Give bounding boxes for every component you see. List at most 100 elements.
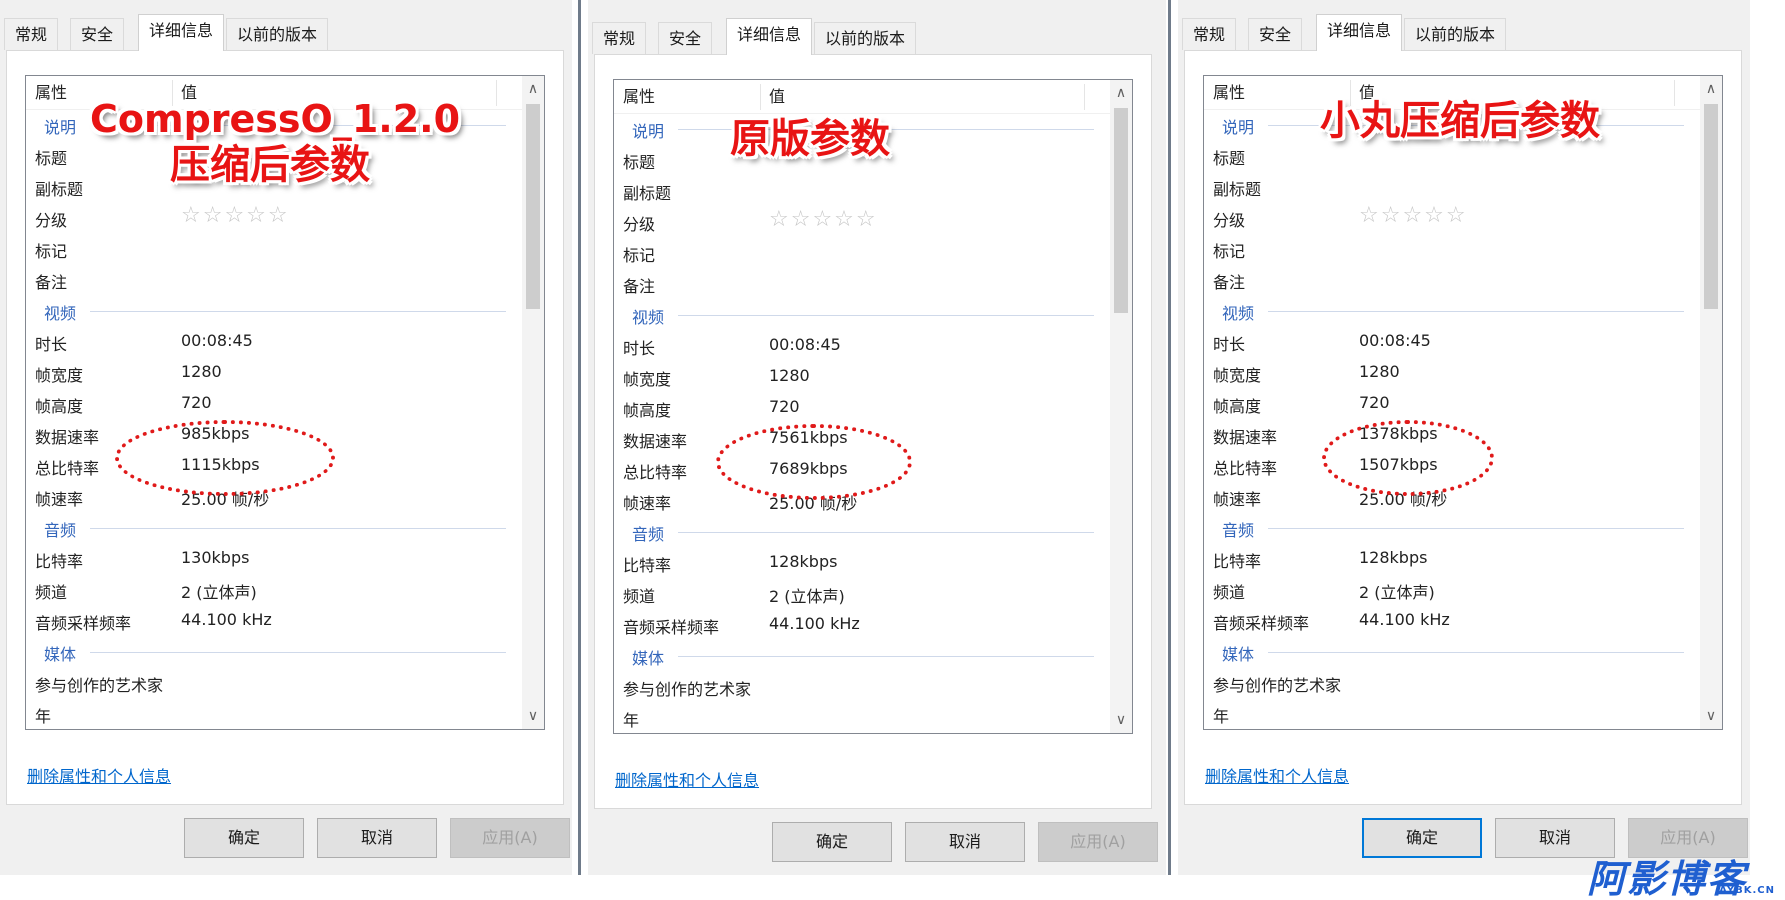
property-name: 参与创作的艺术家 — [1213, 676, 1342, 695]
column-separator[interactable] — [1084, 84, 1085, 110]
column-header-property[interactable]: 属性 — [35, 76, 67, 110]
tab-general[interactable]: 常规 — [4, 18, 59, 50]
property-row-length[interactable]: 时长 00:08:45 — [26, 327, 522, 358]
property-row-length[interactable]: 时长 00:08:45 — [614, 331, 1110, 362]
property-row-title[interactable]: 标题 — [1204, 141, 1700, 172]
annotation-line: CompressO_1.2.0 — [90, 97, 461, 141]
tab-general[interactable]: 常规 — [1182, 18, 1237, 50]
rating-stars-icon[interactable]: ☆☆☆☆☆ — [769, 207, 878, 232]
tab-security[interactable]: 安全 — [70, 18, 125, 50]
property-name: 频道 — [1213, 583, 1246, 602]
scroll-up-icon[interactable]: ∧ — [1110, 82, 1132, 104]
tab-security[interactable]: 安全 — [1248, 18, 1303, 50]
property-row-frame-width[interactable]: 帧宽度 1280 — [1204, 358, 1700, 389]
cancel-button[interactable]: 取消 — [905, 822, 1025, 862]
property-row-comments[interactable]: 备注 — [614, 269, 1110, 300]
property-row-subtitle[interactable]: 副标题 — [1204, 172, 1700, 203]
property-row-channels[interactable]: 频道 2 (立体声) — [614, 579, 1110, 610]
property-row-rating[interactable]: 分级 ☆☆☆☆☆ — [1204, 203, 1700, 234]
property-name: 总比特率 — [35, 459, 100, 478]
property-value: 128kbps — [1359, 548, 1428, 567]
tab-details[interactable]: 详细信息 — [1316, 14, 1403, 51]
property-row-channels[interactable]: 频道 2 (立体声) — [26, 575, 522, 606]
rating-stars-icon[interactable]: ☆☆☆☆☆ — [181, 203, 290, 228]
property-row-audio-bitrate[interactable]: 比特率 128kbps — [614, 548, 1110, 579]
group-media: 媒体 — [614, 641, 1110, 672]
column-header-property[interactable]: 属性 — [623, 80, 655, 114]
property-row-frame-height[interactable]: 帧高度 720 — [1204, 389, 1700, 420]
property-row-audio-bitrate[interactable]: 比特率 128kbps — [1204, 544, 1700, 575]
scroll-down-icon[interactable]: ∨ — [1110, 709, 1132, 731]
property-list[interactable]: 属性 值 说明 标题 副标题 分级 ☆☆☆☆☆ 标记 备注 视频 时长 00:08:… — [613, 79, 1133, 734]
property-row-frame-width[interactable]: 帧宽度 1280 — [26, 358, 522, 389]
apply-button[interactable]: 应用(A) — [450, 818, 570, 858]
property-row-tags[interactable]: 标记 — [1204, 234, 1700, 265]
scroll-up-icon[interactable]: ∧ — [522, 78, 544, 100]
scroll-down-icon[interactable]: ∨ — [1700, 705, 1722, 727]
remove-properties-link[interactable]: 删除属性和个人信息 — [615, 767, 759, 791]
scroll-thumb[interactable] — [526, 104, 540, 309]
column-separator[interactable] — [1674, 80, 1675, 106]
property-name: 数据速率 — [1213, 428, 1278, 447]
group-media: 媒体 — [26, 637, 522, 668]
property-row-sample-rate[interactable]: 音频采样频率 44.100 kHz — [614, 610, 1110, 641]
property-row-channels[interactable]: 频道 2 (立体声) — [1204, 575, 1700, 606]
remove-properties-link[interactable]: 删除属性和个人信息 — [27, 763, 171, 787]
cancel-button[interactable]: 取消 — [317, 818, 437, 858]
property-row-subtitle[interactable]: 副标题 — [614, 176, 1110, 207]
scroll-up-icon[interactable]: ∧ — [1700, 78, 1722, 100]
property-row-year[interactable]: 年 — [26, 699, 522, 729]
tab-general[interactable]: 常规 — [592, 22, 647, 54]
property-name: 数据速率 — [35, 428, 100, 447]
property-row-year[interactable]: 年 — [614, 703, 1110, 733]
tab-details[interactable]: 详细信息 — [726, 18, 813, 55]
property-name: 帧速率 — [35, 490, 84, 509]
property-list[interactable]: 属性 值 说明 标题 副标题 分级 ☆☆☆☆☆ 标记 备注 视频 时长 00:08:… — [1203, 75, 1723, 730]
tab-security[interactable]: 安全 — [658, 22, 713, 54]
property-row-contributing-artists[interactable]: 参与创作的艺术家 — [1204, 668, 1700, 699]
column-header-property[interactable]: 属性 — [1213, 76, 1245, 110]
vertical-scrollbar[interactable]: ∧ ∨ — [522, 76, 544, 729]
ok-button[interactable]: 确定 — [772, 822, 892, 862]
property-row-comments[interactable]: 备注 — [26, 265, 522, 296]
vertical-scrollbar[interactable]: ∧ ∨ — [1110, 80, 1132, 733]
property-row-frame-width[interactable]: 帧宽度 1280 — [614, 362, 1110, 393]
group-label: 音频 — [632, 525, 665, 544]
vertical-scrollbar[interactable]: ∧ ∨ — [1700, 76, 1722, 729]
list-header: 属性 值 — [614, 80, 1110, 114]
tab-previous-versions[interactable]: 以前的版本 — [226, 18, 329, 50]
property-row-sample-rate[interactable]: 音频采样频率 44.100 kHz — [26, 606, 522, 637]
group-video: 视频 — [1204, 296, 1700, 327]
apply-button[interactable]: 应用(A) — [1038, 822, 1158, 862]
property-row-contributing-artists[interactable]: 参与创作的艺术家 — [614, 672, 1110, 703]
property-name: 时长 — [35, 335, 68, 354]
rating-stars-icon[interactable]: ☆☆☆☆☆ — [1359, 203, 1468, 228]
property-row-frame-height[interactable]: 帧高度 720 — [26, 389, 522, 420]
property-row-comments[interactable]: 备注 — [1204, 265, 1700, 296]
column-separator[interactable] — [760, 84, 761, 110]
property-row-length[interactable]: 时长 00:08:45 — [1204, 327, 1700, 358]
property-row-sample-rate[interactable]: 音频采样频率 44.100 kHz — [1204, 606, 1700, 637]
group-video: 视频 — [26, 296, 522, 327]
scroll-down-icon[interactable]: ∨ — [522, 705, 544, 727]
group-label: 说明 — [632, 122, 665, 141]
property-row-audio-bitrate[interactable]: 比特率 130kbps — [26, 544, 522, 575]
column-separator[interactable] — [496, 80, 497, 106]
property-row-tags[interactable]: 标记 — [614, 238, 1110, 269]
property-row-frame-height[interactable]: 帧高度 720 — [614, 393, 1110, 424]
tab-details[interactable]: 详细信息 — [138, 14, 225, 51]
property-row-rating[interactable]: 分级 ☆☆☆☆☆ — [26, 203, 522, 234]
scroll-thumb[interactable] — [1114, 108, 1128, 313]
group-label: 音频 — [1222, 521, 1255, 540]
property-row-tags[interactable]: 标记 — [26, 234, 522, 265]
remove-properties-link[interactable]: 删除属性和个人信息 — [1205, 763, 1349, 787]
property-row-rating[interactable]: 分级 ☆☆☆☆☆ — [614, 207, 1110, 238]
tab-previous-versions[interactable]: 以前的版本 — [814, 22, 917, 54]
ok-button[interactable]: 确定 — [184, 818, 304, 858]
property-row-year[interactable]: 年 — [1204, 699, 1700, 729]
column-header-value[interactable]: 值 — [769, 80, 785, 114]
property-row-contributing-artists[interactable]: 参与创作的艺术家 — [26, 668, 522, 699]
scroll-thumb[interactable] — [1704, 104, 1718, 309]
tab-previous-versions[interactable]: 以前的版本 — [1404, 18, 1507, 50]
ok-button[interactable]: 确定 — [1362, 818, 1482, 858]
